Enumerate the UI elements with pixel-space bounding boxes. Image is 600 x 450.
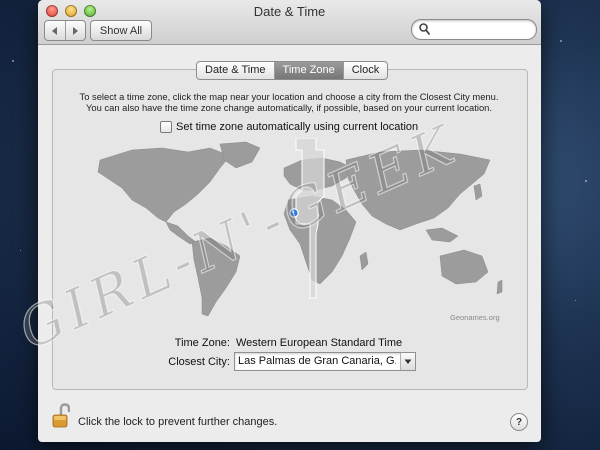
time-zone-value: Western European Standard Time xyxy=(236,337,403,349)
map-credit: Geonames.org xyxy=(450,313,500,322)
time-zone-instructions: To select a time zone, click the map nea… xyxy=(52,91,526,113)
world-time-zone-map[interactable] xyxy=(70,138,510,326)
closest-city-label: Closest City: xyxy=(168,356,230,368)
tab-time-zone[interactable]: Time Zone xyxy=(274,62,344,79)
chevron-right-icon xyxy=(73,26,79,35)
navigation-segmented-control xyxy=(44,20,86,41)
map-new-zealand xyxy=(496,279,503,295)
search-input[interactable] xyxy=(432,22,532,38)
time-zone-label: Time Zone: xyxy=(174,337,230,349)
closest-city-value: Las Palmas de Gran Canaria, G... xyxy=(238,355,396,367)
forward-button[interactable] xyxy=(66,21,86,40)
window-titlebar: Date & Time Show All xyxy=(38,0,541,45)
tab-date-time[interactable]: Date & Time xyxy=(197,62,275,79)
map-north-america xyxy=(97,147,231,223)
lock-message: Click the lock to prevent further change… xyxy=(78,416,278,428)
help-button[interactable]: ? xyxy=(510,413,528,431)
auto-time-zone-label: Set time zone automatically using curren… xyxy=(176,121,419,133)
search-field[interactable] xyxy=(411,19,537,40)
back-button[interactable] xyxy=(45,21,66,40)
auto-time-zone-option[interactable]: Set time zone automatically using curren… xyxy=(160,121,418,133)
chevron-down-icon xyxy=(404,359,412,364)
map-japan xyxy=(473,183,483,201)
map-australia xyxy=(439,249,489,285)
chevron-left-icon xyxy=(51,26,57,35)
auto-time-zone-checkbox[interactable] xyxy=(160,121,172,133)
map-south-america xyxy=(191,237,241,317)
closest-city-select[interactable]: Las Palmas de Gran Canaria, G... xyxy=(234,352,416,371)
search-icon xyxy=(419,23,430,36)
map-central-america xyxy=(165,221,197,245)
map-southeast-asia xyxy=(425,227,459,243)
unlocked-padlock-icon[interactable] xyxy=(52,403,70,429)
location-pin-icon xyxy=(289,208,299,218)
map-greenland xyxy=(219,141,261,169)
dropdown-arrow[interactable] xyxy=(400,353,415,370)
date-time-preferences-window: Date & Time Show All Date & Time Time Zo… xyxy=(38,0,541,442)
instructions-line-1: To select a time zone, click the map nea… xyxy=(79,91,499,102)
tab-clock[interactable]: Clock xyxy=(344,62,388,79)
show-all-button[interactable]: Show All xyxy=(90,20,152,41)
instructions-line-2: You can also have the time zone change a… xyxy=(86,102,492,113)
window-title: Date & Time xyxy=(253,4,326,19)
map-madagascar xyxy=(359,251,369,271)
map-asia xyxy=(345,149,491,231)
tab-bar: Date & Time Time Zone Clock xyxy=(196,61,389,80)
